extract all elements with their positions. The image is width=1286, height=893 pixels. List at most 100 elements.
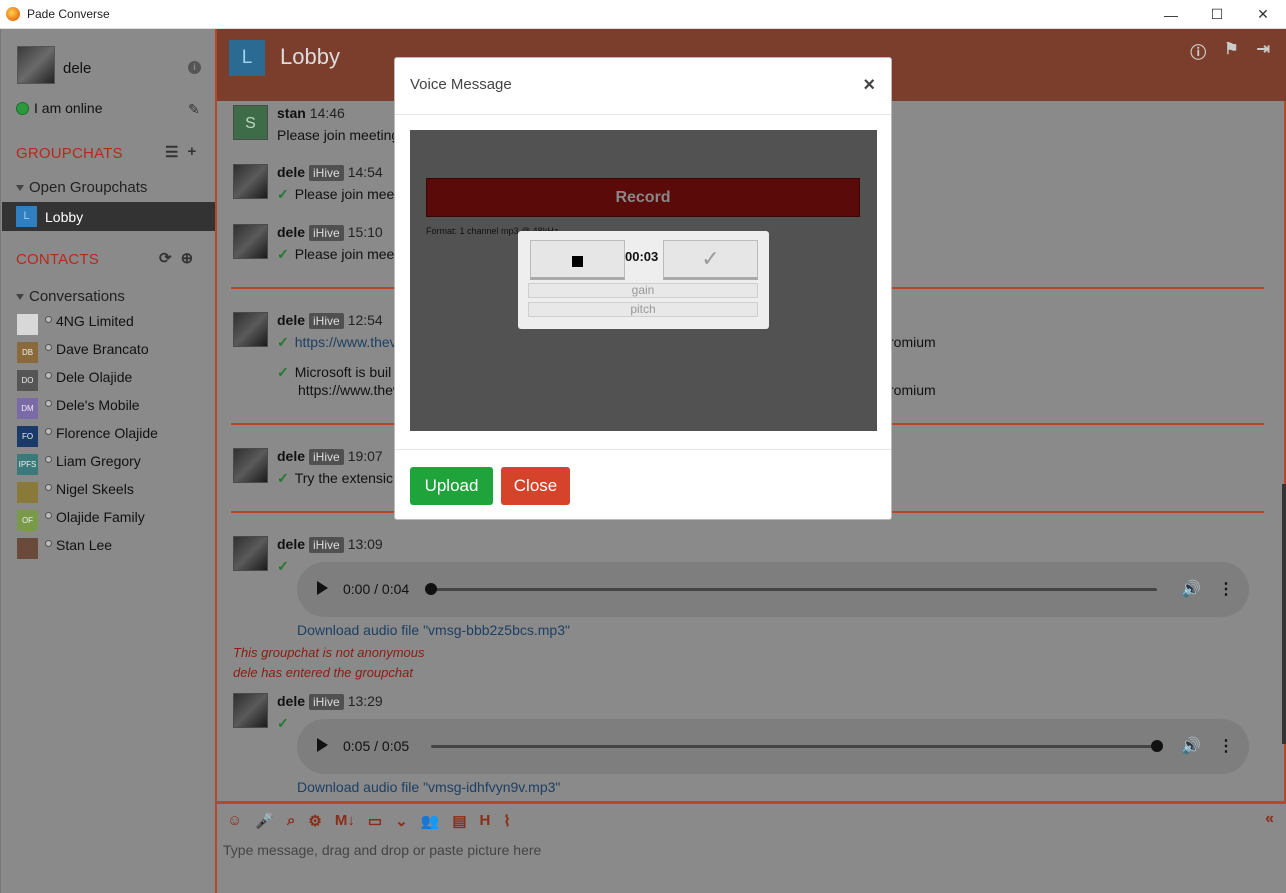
sender-avatar: S xyxy=(233,105,268,140)
user-name: dele xyxy=(63,60,92,77)
sender-avatar xyxy=(233,312,268,347)
gear-icon[interactable]: ⚙ xyxy=(308,812,321,830)
contact-avatar: FO xyxy=(17,425,38,447)
list-rooms-icon[interactable]: ☰ xyxy=(165,143,178,161)
presence-dot-icon xyxy=(45,540,52,547)
user-status[interactable]: I am online xyxy=(16,100,102,116)
contact-item[interactable]: Stan Lee xyxy=(1,534,216,562)
audio-seek-knob[interactable] xyxy=(1151,740,1163,752)
leave-room-icon[interactable]: ⇥ xyxy=(1257,39,1270,63)
contact-item[interactable]: 4NG Limited xyxy=(1,310,216,338)
message-composer: ☺ 🎤 ⌕ ⚙ M↓ ▭ ⌄ 👥 ▤ H ⌇ « Type message, d… xyxy=(217,801,1286,893)
contact-item[interactable]: DB Dave Brancato xyxy=(1,338,216,366)
stop-button[interactable] xyxy=(530,240,625,280)
message-header: dele iHive 14:54 xyxy=(277,164,383,181)
play-icon[interactable] xyxy=(317,738,328,752)
message-time: 14:46 xyxy=(309,105,345,121)
open-groupchats-toggle[interactable]: Open Groupchats xyxy=(16,179,147,196)
record-button[interactable]: Record xyxy=(426,178,860,217)
edit-status-icon[interactable]: ✎ xyxy=(188,101,200,118)
contact-item[interactable]: OF Olajide Family xyxy=(1,506,216,534)
contact-name: Stan Lee xyxy=(56,537,113,553)
bookmark-icon[interactable]: ⚑ xyxy=(1224,39,1238,63)
delivered-check-icon: ✓ xyxy=(277,334,289,350)
recorder-controls: 00:03 ✓ gain pitch xyxy=(518,231,769,329)
room-avatar: L xyxy=(229,40,265,76)
double-chevron-down-icon[interactable]: ⌄ xyxy=(395,812,408,830)
maximize-button[interactable]: ☐ xyxy=(1194,0,1240,29)
download-audio-link[interactable]: Download audio file "vmsg-bbb2z5bcs.mp3" xyxy=(297,622,570,638)
close-button[interactable]: Close xyxy=(501,467,570,505)
audio-seek-bar[interactable] xyxy=(431,745,1157,748)
sync-contacts-icon[interactable]: ⟳ xyxy=(159,249,172,267)
contact-name: Dele's Mobile xyxy=(56,397,140,413)
minimize-button[interactable]: — xyxy=(1148,0,1194,29)
contact-name: Nigel Skeels xyxy=(56,481,134,497)
message-header: dele iHive 13:29 xyxy=(277,693,383,710)
message-link-tail[interactable]: romium xyxy=(889,334,936,350)
search-icon[interactable]: ⌕ xyxy=(287,812,295,830)
conversations-toggle[interactable]: Conversations xyxy=(16,288,125,305)
message-link-tail[interactable]: romium xyxy=(889,382,936,398)
screen-share-icon[interactable]: ▭ xyxy=(368,812,382,830)
upload-button[interactable]: Upload xyxy=(410,467,493,505)
message-link[interactable]: https://www.thev xyxy=(295,334,397,350)
download-audio-link[interactable]: Download audio file "vmsg-idhfvyn9v.mp3" xyxy=(297,779,560,795)
file-icon[interactable]: ▤ xyxy=(452,812,466,830)
gain-slider[interactable]: gain xyxy=(528,283,758,298)
user-avatar[interactable] xyxy=(17,46,55,84)
message-time: 15:10 xyxy=(347,224,383,240)
message-text: Microsoft is buil xyxy=(294,364,392,380)
volume-icon[interactable]: 🔊 xyxy=(1181,736,1201,756)
contact-name: Florence Olajide xyxy=(56,425,158,441)
sender-avatar xyxy=(233,536,268,571)
sender-tag: iHive xyxy=(309,537,344,553)
collapse-sidebar-icon[interactable]: « xyxy=(1265,810,1274,828)
message-header: dele iHive 19:07 xyxy=(277,448,383,465)
confirm-button[interactable]: ✓ xyxy=(663,240,758,280)
markdown-icon[interactable]: M↓ xyxy=(335,812,355,830)
contact-item[interactable]: IPFS Liam Gregory xyxy=(1,450,216,478)
close-window-button[interactable]: ✕ xyxy=(1240,0,1286,29)
paperclip-icon[interactable]: ⌇ xyxy=(503,812,510,830)
add-contact-icon[interactable]: ⊕ xyxy=(181,249,194,267)
dialog-title: Voice Message xyxy=(410,76,512,93)
contact-name: Olajide Family xyxy=(56,509,145,525)
more-options-icon[interactable]: ⋮ xyxy=(1218,736,1234,756)
message-input[interactable]: Type message, drag and drop or paste pic… xyxy=(223,842,541,858)
room-info-icon[interactable]: ⓘ xyxy=(1190,39,1206,63)
contact-name: Liam Gregory xyxy=(56,453,141,469)
message-link[interactable]: https://www.thev xyxy=(298,382,400,398)
contact-avatar xyxy=(17,537,38,559)
audio-seek-bar[interactable] xyxy=(431,588,1157,591)
open-groupchats-label: Open Groupchats xyxy=(29,179,148,196)
sender-avatar xyxy=(233,448,268,483)
h5p-icon[interactable]: H xyxy=(480,812,491,830)
sidebar: dele i I am online ✎ GROUPCHATS ☰ + Open… xyxy=(0,29,216,893)
scrollbar[interactable] xyxy=(1282,484,1286,744)
audio-seek-knob[interactable] xyxy=(425,583,437,595)
add-room-icon[interactable]: + xyxy=(187,143,196,161)
microphone-icon[interactable]: 🎤 xyxy=(255,812,274,830)
contact-item[interactable]: FO Florence Olajide xyxy=(1,422,216,450)
play-icon[interactable] xyxy=(317,581,328,595)
sender-name: dele xyxy=(277,448,306,464)
volume-icon[interactable]: 🔊 xyxy=(1181,579,1201,599)
message-text: Try the extensic xyxy=(294,470,394,486)
contact-item[interactable]: Nigel Skeels xyxy=(1,478,216,506)
room-item-lobby[interactable]: L Lobby xyxy=(2,202,216,231)
info-icon[interactable]: i xyxy=(188,61,201,74)
sender-name: stan xyxy=(277,105,306,121)
groupchats-heading: GROUPCHATS xyxy=(16,145,123,162)
sender-tag: iHive xyxy=(309,449,344,465)
caret-down-icon xyxy=(16,293,24,300)
voice-recorder: Record Format: 1 channel mp3 @ 48kHz 00:… xyxy=(410,130,877,431)
message-header: dele iHive 13:09 xyxy=(277,536,383,553)
contact-item[interactable]: DO Dele Olajide xyxy=(1,366,216,394)
group-icon[interactable]: 👥 xyxy=(421,812,440,830)
contact-item[interactable]: DM Dele's Mobile xyxy=(1,394,216,422)
close-icon[interactable]: × xyxy=(863,74,875,97)
more-options-icon[interactable]: ⋮ xyxy=(1218,579,1234,599)
pitch-slider[interactable]: pitch xyxy=(528,302,758,317)
emoji-icon[interactable]: ☺ xyxy=(227,812,242,830)
